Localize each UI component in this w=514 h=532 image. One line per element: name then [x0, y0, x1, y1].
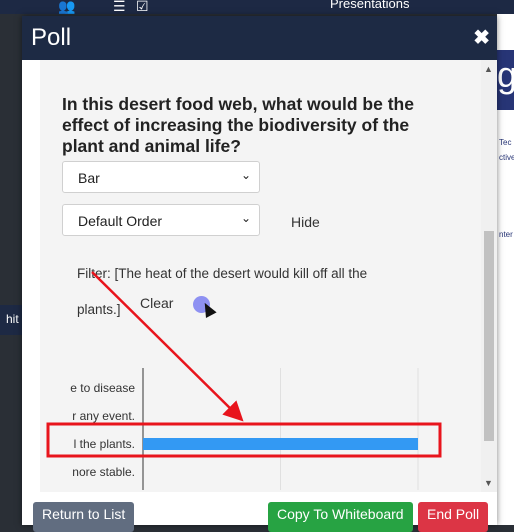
- chart-type-select[interactable]: Bar ⌄: [62, 161, 260, 193]
- background-right-text-3: nter: [499, 230, 513, 239]
- chevron-down-icon: ⌄: [240, 211, 251, 225]
- scroll-down-icon[interactable]: ▼: [484, 478, 493, 488]
- scroll-up-icon[interactable]: ▲: [484, 64, 493, 74]
- background-right-text-1: Tec: [499, 138, 512, 147]
- chart-type-value: Bar: [78, 170, 100, 186]
- modal-scrollbar[interactable]: ▲ ▼: [481, 60, 497, 492]
- modal-header: Poll ✖: [22, 16, 497, 60]
- filter-text: Filter: [The heat of the desert would ki…: [77, 266, 368, 317]
- background-title: Presentations: [330, 0, 410, 11]
- chart-category-label: nore stable.: [72, 465, 135, 479]
- users-icon: 👥: [58, 0, 76, 14]
- chart-category-label: r any event.: [72, 409, 135, 423]
- end-poll-button[interactable]: End Poll: [418, 502, 489, 532]
- return-to-list-button[interactable]: Return to List: [33, 502, 135, 532]
- modal-body: In this desert food web, what would be t…: [40, 60, 481, 492]
- poll-modal: Poll ✖ In this desert food web, what wou…: [22, 16, 497, 532]
- scroll-thumb[interactable]: [484, 231, 494, 441]
- order-value: Default Order: [78, 213, 163, 229]
- hide-button[interactable]: Hide: [291, 214, 320, 230]
- poll-question: In this desert food web, what would be t…: [62, 94, 414, 156]
- background-left-text: hit: [6, 312, 19, 326]
- copy-to-whiteboard-button[interactable]: Copy To Whiteboard: [268, 502, 413, 532]
- menu-icon: ☰: [113, 0, 126, 14]
- background-logo: g: [497, 50, 514, 110]
- close-icon[interactable]: ✖: [473, 28, 490, 48]
- checkbox-icon: ☑: [136, 0, 149, 14]
- chart-bar: [143, 438, 418, 450]
- chevron-down-icon: ⌄: [240, 168, 251, 182]
- chart-category-label: e to disease: [70, 381, 135, 395]
- clear-filter-button[interactable]: Clear: [140, 295, 173, 311]
- background-right-text-2: ctive: [499, 153, 514, 162]
- chart-category-label: l the plants.: [74, 437, 135, 451]
- modal-footer: Return to List Copy To Whiteboard End Po…: [22, 492, 497, 532]
- background-topbar: 👥 ☰ ☑ Presentations: [0, 0, 514, 14]
- results-chart: 00.51e to diseaser any event.l the plant…: [70, 368, 419, 490]
- modal-title: Poll: [31, 24, 72, 51]
- order-select[interactable]: Default Order ⌄: [62, 204, 260, 236]
